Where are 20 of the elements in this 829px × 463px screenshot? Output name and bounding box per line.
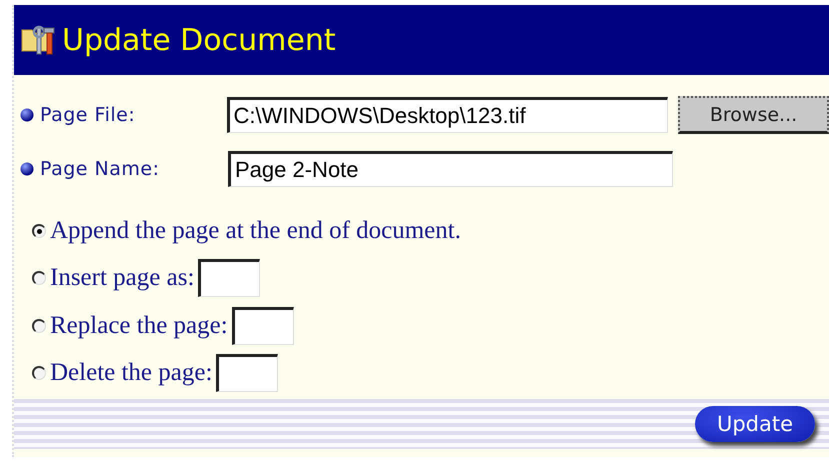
radio-button[interactable] [32,224,46,238]
page-number-field[interactable] [198,259,260,298]
radio-button[interactable] [32,318,46,333]
radio-button[interactable] [32,271,46,286]
option-label: Insert page as: [50,264,194,292]
option-label: Replace the page: [50,312,228,340]
page-number-field[interactable] [232,306,294,345]
option-label: Append the page at the end of document. [50,216,461,245]
bullet-icon [20,108,34,122]
text-field[interactable]: C:\WINDOWS\Desktop\123.tif [226,97,668,133]
page-title: Update Document [62,22,336,58]
text-field[interactable]: Page 2-Note [228,151,673,187]
browse-button[interactable]: Browse... [678,96,829,134]
page-number-field[interactable] [216,354,278,392]
field-label: Page Name: [40,158,160,180]
radio-button[interactable] [32,366,46,380]
bullet-icon [20,162,34,176]
field-label: Page File: [40,104,136,126]
option-label: Delete the page: [50,359,212,388]
update-button[interactable]: Update [695,406,815,442]
